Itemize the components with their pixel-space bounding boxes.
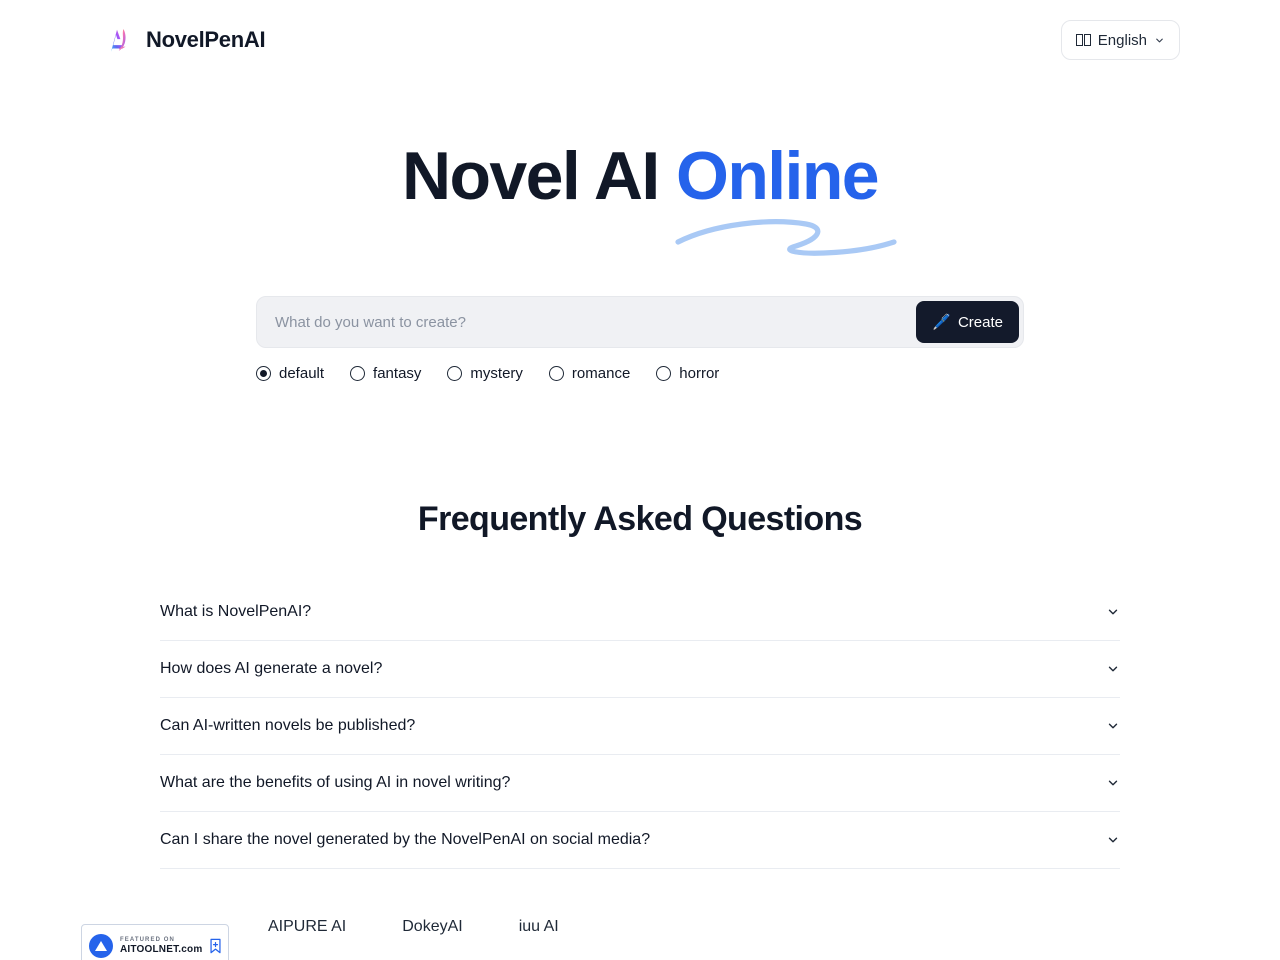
pencil-icon: 🖊️ xyxy=(932,313,951,331)
genre-label: default xyxy=(279,365,325,382)
language-selector[interactable]: English xyxy=(1060,20,1180,60)
hero-section: Novel AI Online xyxy=(0,138,1280,214)
faq-item[interactable]: What is NovelPenAI? xyxy=(160,584,1120,641)
footer-links: AIPURE AI DokeyAI iuu AI xyxy=(268,918,559,936)
badge-site-label: AITOOLNET.com xyxy=(120,943,203,955)
genre-label: mystery xyxy=(470,365,523,382)
footer-link-aipure[interactable]: AIPURE AI xyxy=(268,918,346,936)
aitoolnet-featured-badge[interactable]: Featured on AITOOLNET.com xyxy=(81,924,229,960)
create-bar: 🖊️ Create xyxy=(256,296,1024,348)
faq-heading: Frequently Asked Questions xyxy=(417,500,863,538)
novelpen-gradient-logo-icon xyxy=(100,23,134,57)
badge-featured-label: Featured on xyxy=(120,936,175,943)
create-button[interactable]: 🖊️ Create xyxy=(916,301,1019,343)
chevron-down-icon[interactable] xyxy=(1106,605,1120,619)
aitoolnet-triangle-icon xyxy=(89,934,113,958)
faq-question: Can I share the novel generated by the N… xyxy=(160,831,651,848)
faq-item[interactable]: Can AI-written novels be published? xyxy=(160,698,1120,755)
bookmark-icon xyxy=(209,938,222,954)
brand-name: NovelPenAI xyxy=(146,27,266,52)
flag-placeholder-icon xyxy=(1075,34,1091,46)
faq-list: What is NovelPenAI? How does AI generate… xyxy=(160,584,1120,869)
genre-option-mystery[interactable]: mystery xyxy=(447,365,523,382)
hand-drawn-swoosh-icon xyxy=(675,219,897,256)
footer-link-dokeyai[interactable]: DokeyAI xyxy=(402,918,462,936)
genre-option-fantasy[interactable]: fantasy xyxy=(350,365,421,382)
prompt-input[interactable] xyxy=(257,297,917,347)
faq-item[interactable]: Can I share the novel generated by the N… xyxy=(160,812,1120,869)
faq-question: What is NovelPenAI? xyxy=(160,603,312,620)
chevron-down-icon xyxy=(1154,35,1165,46)
faq-item[interactable]: How does AI generate a novel? xyxy=(160,641,1120,698)
genre-option-horror[interactable]: horror xyxy=(656,365,719,382)
genre-option-default[interactable]: default xyxy=(256,365,324,382)
chevron-down-icon[interactable] xyxy=(1106,719,1120,733)
genre-radio-group: default fantasy mystery romance horror xyxy=(256,365,719,382)
faq-question: Can AI-written novels be published? xyxy=(160,717,416,734)
chevron-down-icon[interactable] xyxy=(1106,662,1120,676)
language-label: English xyxy=(1097,31,1147,49)
page-title: Novel AI Online xyxy=(0,138,1280,214)
radio-romance[interactable] xyxy=(548,366,564,381)
radio-horror[interactable] xyxy=(656,366,672,381)
faq-question: What are the benefits of using AI in nov… xyxy=(160,774,511,791)
genre-label: fantasy xyxy=(373,365,422,382)
genre-option-romance[interactable]: romance xyxy=(548,365,631,382)
genre-label: horror xyxy=(679,365,720,382)
hero-title-accent: Online xyxy=(676,138,880,214)
footer-link-iuuai[interactable]: iuu AI xyxy=(519,918,559,936)
radio-fantasy[interactable] xyxy=(350,366,366,381)
radio-default[interactable] xyxy=(256,366,271,381)
genre-label: romance xyxy=(571,365,631,382)
radio-mystery[interactable] xyxy=(447,366,463,381)
badge-text: Featured on AITOOLNET.com xyxy=(120,937,202,955)
faq-question: How does AI generate a novel? xyxy=(160,660,383,677)
brand[interactable]: NovelPenAI xyxy=(100,23,266,57)
create-button-label: Create xyxy=(957,313,1003,331)
page-root: NovelPenAI English Novel AI Online 🖊️ Cr… xyxy=(0,0,1280,960)
site-header: NovelPenAI English xyxy=(0,0,1280,80)
chevron-down-icon[interactable] xyxy=(1106,833,1120,847)
hero-title-main: Novel AI xyxy=(401,138,677,214)
faq-item[interactable]: What are the benefits of using AI in nov… xyxy=(160,755,1120,812)
chevron-down-icon[interactable] xyxy=(1106,776,1120,790)
